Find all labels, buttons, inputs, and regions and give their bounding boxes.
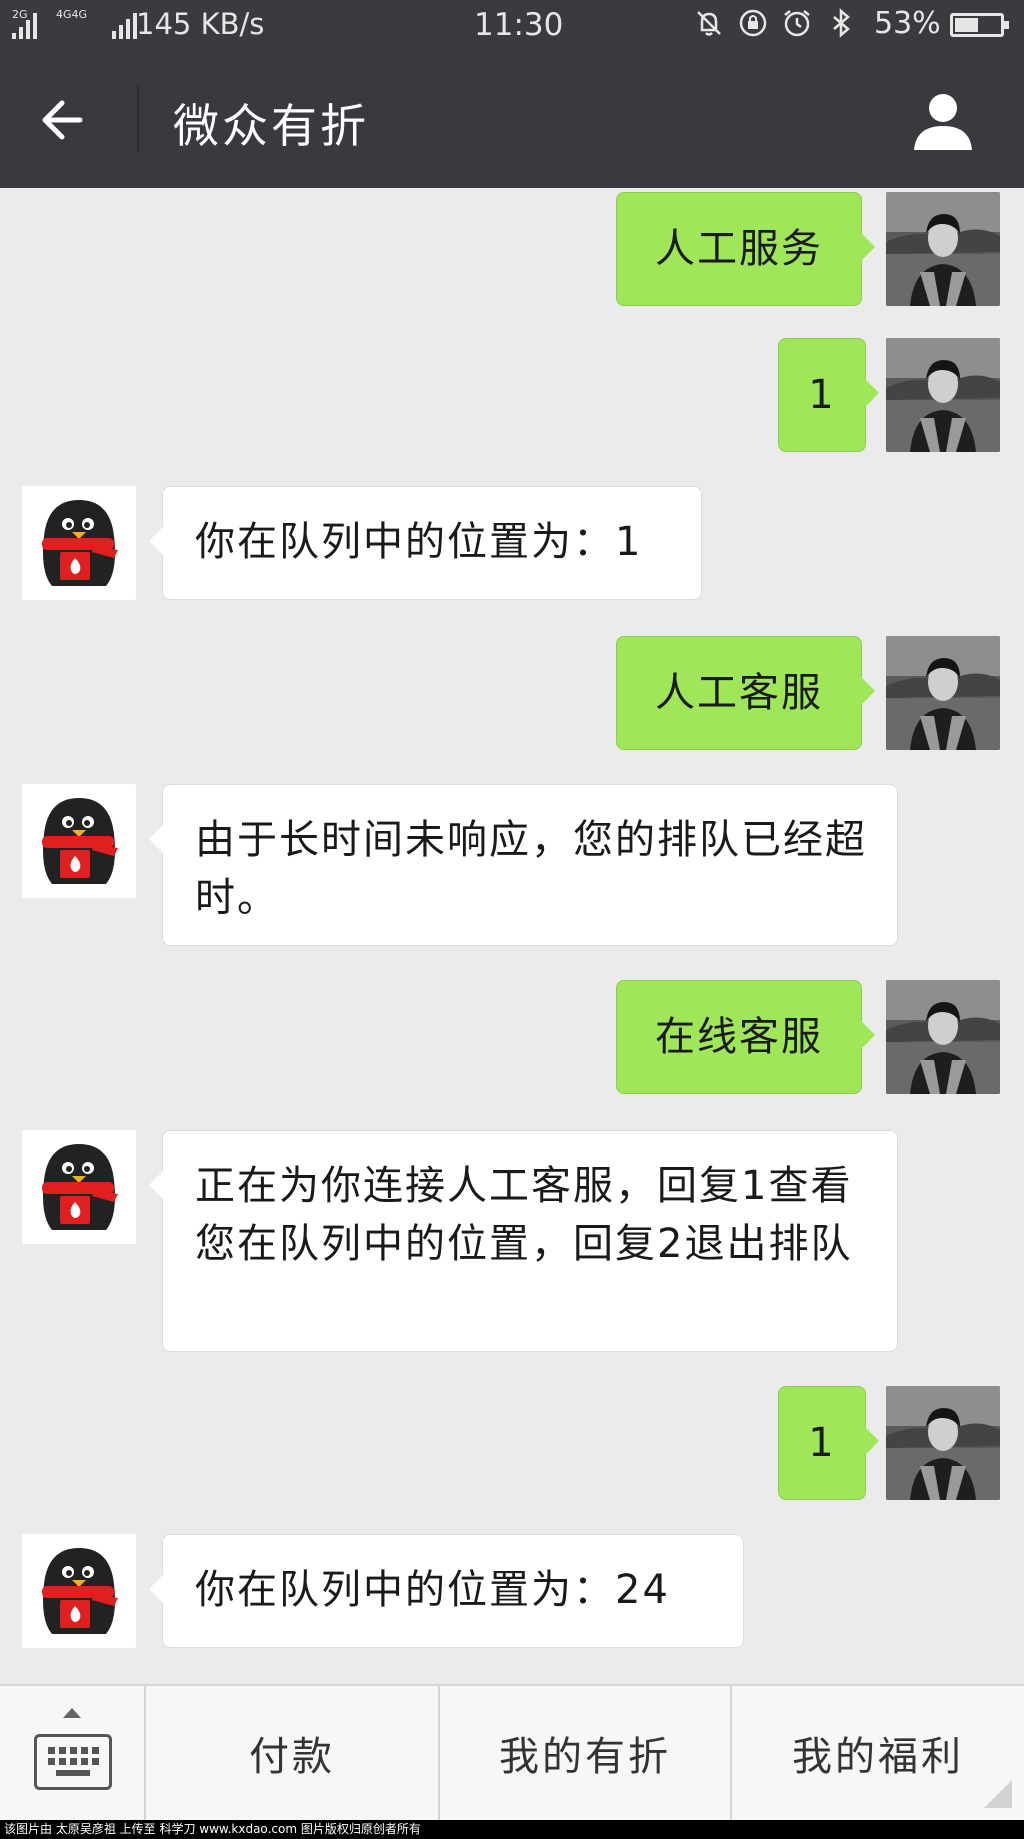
keyboard-toggle-button[interactable]	[0, 1686, 146, 1820]
menu-item-my-youzhe[interactable]: 我的有折	[440, 1686, 732, 1820]
signal-strength-icon: 2G	[12, 9, 46, 39]
profile-button[interactable]	[908, 86, 978, 156]
alarm-icon	[782, 8, 812, 38]
user-avatar[interactable]	[886, 338, 1000, 452]
incoming-message: 你在队列中的位置为：1	[0, 486, 1024, 600]
chat-area[interactable]: 人工服务 1 你在队列中的位置为：1 人工客服由于长时间未响应，您的排队已经超时。在线…	[0, 188, 1024, 1684]
arrow-left-icon	[42, 100, 83, 140]
menu-item-payment[interactable]: 付款	[146, 1686, 440, 1820]
incoming-message: 你在队列中的位置为：24	[0, 1534, 1024, 1648]
app-header: 微众有折	[0, 50, 1024, 188]
status-bar: 2G 4G4G 145 KB/s 11:30 53%	[0, 0, 1024, 50]
incoming-message: 正在为你连接人工客服，回复1查看您在队列中的位置，回复2退出排队	[0, 1130, 1024, 1352]
outgoing-message: 人工服务	[0, 192, 1024, 306]
rotation-lock-icon	[738, 8, 768, 38]
message-bubble[interactable]: 由于长时间未响应，您的排队已经超时。	[149, 784, 898, 946]
incoming-message: 由于长时间未响应，您的排队已经超时。	[0, 784, 1024, 946]
service-avatar[interactable]	[22, 486, 136, 600]
battery-percent: 53%	[874, 6, 941, 41]
page-title: 微众有折	[173, 99, 369, 153]
message-bubble[interactable]: 1	[778, 338, 879, 452]
person-icon	[914, 94, 972, 150]
bell-off-icon	[694, 8, 724, 38]
message-bubble[interactable]: 你在队列中的位置为：1	[149, 486, 702, 600]
clock: 11:30	[474, 7, 564, 43]
message-bubble[interactable]: 1	[778, 1386, 879, 1500]
message-bubble[interactable]: 在线客服	[616, 980, 875, 1094]
user-avatar[interactable]	[886, 980, 1000, 1094]
service-avatar[interactable]	[22, 1130, 136, 1244]
message-bubble[interactable]: 你在队列中的位置为：24	[149, 1534, 744, 1648]
bottom-menu: 付款 我的有折 我的福利	[0, 1684, 1024, 1820]
battery-icon	[950, 13, 1009, 37]
message-bubble[interactable]: 人工服务	[616, 192, 875, 306]
back-button[interactable]	[36, 90, 104, 150]
user-avatar[interactable]	[886, 192, 1000, 306]
status-icons	[694, 8, 856, 38]
signal-indicators: 2G 4G4G	[12, 9, 152, 39]
outgoing-message: 在线客服	[0, 980, 1024, 1094]
resize-corner	[984, 1780, 1012, 1808]
menu-item-my-benefits[interactable]: 我的福利	[732, 1686, 1024, 1820]
network-speed: 145 KB/s	[136, 7, 265, 41]
service-avatar[interactable]	[22, 1534, 136, 1648]
outgoing-message: 1	[0, 338, 1024, 452]
user-avatar[interactable]	[886, 1386, 1000, 1500]
watermark-footer: 该图片由 太原吴彦祖 上传至 科学刀 www.kxdao.com 图片版权归原创…	[0, 1820, 1024, 1839]
service-avatar[interactable]	[22, 784, 136, 898]
outgoing-message: 1	[0, 1386, 1024, 1500]
bluetooth-icon	[826, 8, 856, 38]
outgoing-message: 人工客服	[0, 636, 1024, 750]
user-avatar[interactable]	[886, 636, 1000, 750]
message-bubble[interactable]: 人工客服	[616, 636, 875, 750]
header-divider	[137, 86, 139, 152]
chevron-up-icon	[63, 1708, 81, 1718]
message-bubble[interactable]: 正在为你连接人工客服，回复1查看您在队列中的位置，回复2退出排队	[149, 1130, 898, 1352]
network-type-label: 2G	[12, 8, 28, 21]
keyboard-icon	[34, 1734, 112, 1790]
network-type-label: 4G4G	[56, 8, 88, 21]
